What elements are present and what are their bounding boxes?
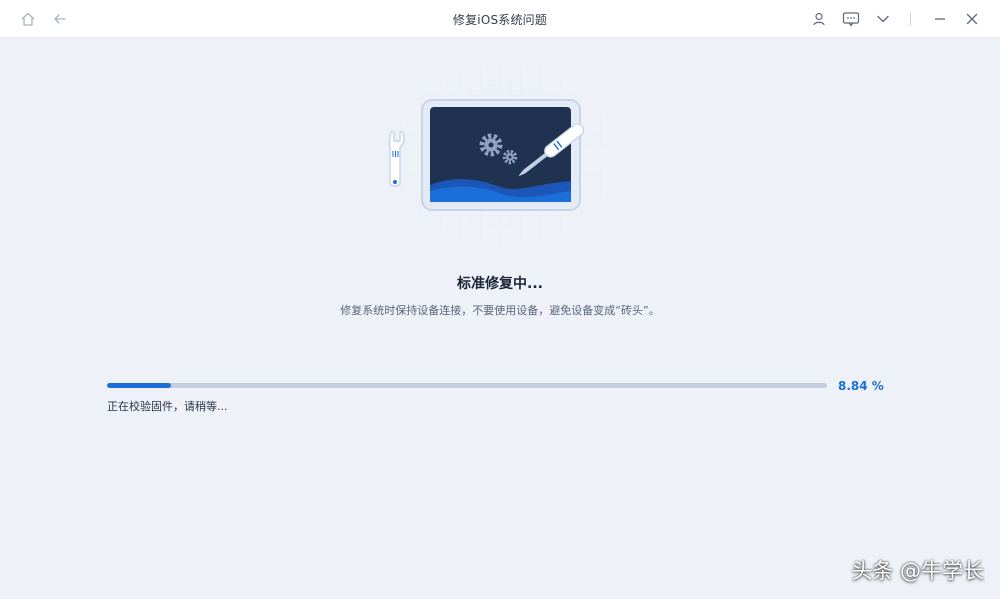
minimize-icon[interactable] (930, 9, 950, 29)
feedback-icon[interactable] (841, 9, 861, 29)
user-icon[interactable] (809, 9, 829, 29)
title-bar: 修复iOS系统问题 (0, 0, 1000, 38)
repair-instruction-text: 修复系统时保持设备连接，不要使用设备，避免设备变成“砖头”。 (340, 304, 660, 317)
progress-bar-fill (107, 383, 171, 388)
titlebar-divider (910, 12, 911, 26)
chevron-down-icon[interactable] (873, 9, 893, 29)
progress-bar (107, 383, 827, 388)
progress-percentage: 8.84 % (838, 379, 884, 393)
repair-status-heading: 标准修复中... (457, 276, 543, 292)
watermark: 头条 @牛学长 (851, 559, 984, 583)
progress-status-text: 正在校验固件，请稍等... (107, 400, 228, 413)
close-icon[interactable] (962, 9, 982, 29)
repair-illustration (370, 45, 635, 265)
